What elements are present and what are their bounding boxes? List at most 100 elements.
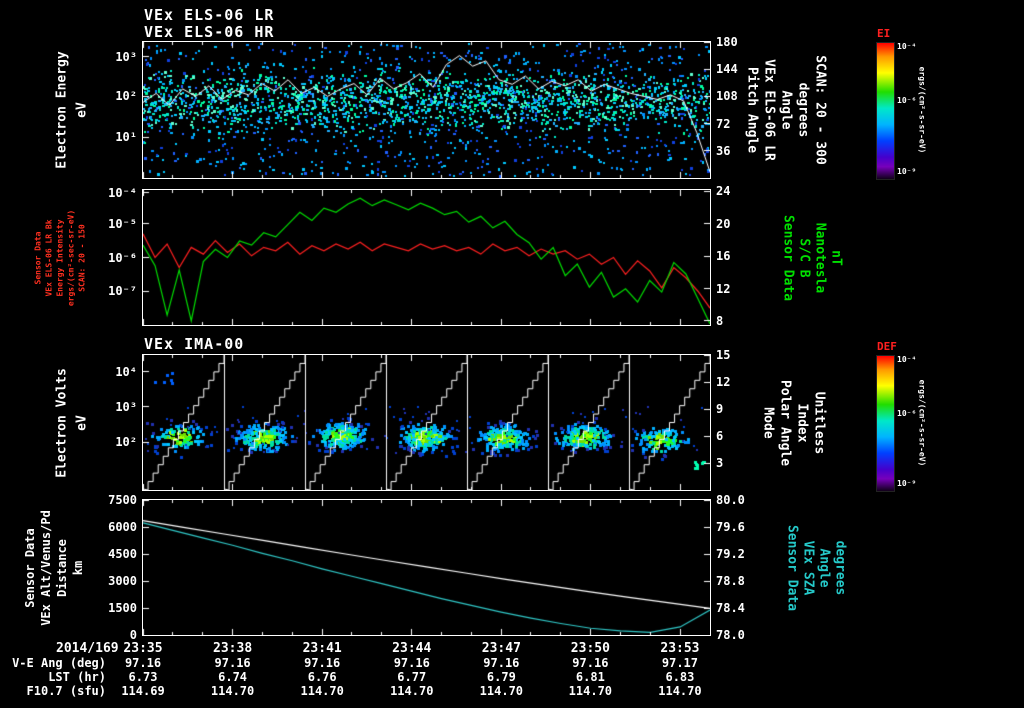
colorbar-1-tick-2: 10⁻⁹: [897, 167, 917, 177]
colorbar-1: [876, 42, 895, 180]
panel-4-rtick-2: 79.2: [716, 547, 745, 561]
colorbar-2-tick-2: 10⁻⁹: [897, 479, 917, 489]
bottom-row-2-value-4: 114.70: [479, 684, 524, 698]
panel-3-left-label-0: Electron Volts: [54, 367, 70, 478]
bottom-row-1-value-1: 6.74: [218, 670, 248, 684]
panel-4-ytick-1: 6000: [108, 520, 137, 534]
panel3-title: VEx IMA-00: [144, 335, 245, 353]
date-label: 2014/169: [56, 641, 119, 656]
panel-4-right-label-0: Sensor Data: [784, 524, 800, 611]
bottom-row-0-value-4: 97.16: [483, 656, 520, 670]
panel-1-right-label-0: Pitch Angle: [744, 66, 760, 154]
bottom-row-2-value-0: 114.69: [121, 684, 165, 698]
panel-4-right-label-2: Angle: [816, 547, 832, 588]
bottom-row-0-value-2: 97.16: [304, 656, 341, 670]
panel-2-left-label-1: VEx ELS-06 LR Bk: [44, 218, 54, 297]
panel-3-rtick-0: 15: [716, 348, 731, 362]
panel-3-rtick-1: 12: [716, 375, 731, 389]
time-label-5: 23:50: [570, 641, 610, 656]
panel-2-left-label-4: SCAN: 20 - 150: [77, 223, 87, 292]
time-label-2: 23:41: [302, 641, 342, 656]
bottom-row-2-value-2: 114.70: [300, 684, 344, 698]
bottom-row-2-value-1: 114.70: [210, 684, 255, 698]
panel-2-right-label-3: nT: [828, 249, 844, 266]
panel-1-right-label-4: SCAN: 20 - 300: [812, 55, 828, 165]
panel-2-ytick-2: 10⁻⁶: [108, 250, 137, 265]
plot-screen: VEx ELS-06 LR VEx ELS-06 HR VEx IMA-00 2…: [0, 0, 1024, 708]
colorbar-2: [876, 355, 895, 492]
panel-3-ytick-1: 10³: [115, 399, 137, 414]
panel-3-ytick-0: 10⁴: [115, 364, 137, 379]
panel1-title-line2: VEx ELS-06 HR: [144, 23, 275, 41]
panel-4: [142, 499, 711, 636]
panel-4-rtick-4: 78.4: [716, 601, 745, 615]
panel-4-ytick-3: 3000: [108, 574, 137, 588]
panel-1-left-label-0: Electron Energy: [54, 51, 70, 169]
time-label-0: 23:35: [123, 641, 163, 656]
panel-3-right-label-1: Polar Angle: [777, 379, 793, 466]
bottom-row-1-value-3: 6.77: [397, 670, 427, 684]
panel-3-right-label-3: Unitless: [811, 391, 827, 454]
colorbar-1-title: EI: [877, 27, 891, 40]
bottom-row-label-0: V-E Ang (deg): [12, 656, 106, 670]
panel-2-rtick-0: 24: [716, 184, 731, 199]
bottom-row-1-value-6: 6.83: [665, 670, 695, 684]
colorbar-1-tick-0: 10⁻⁴: [897, 42, 917, 52]
panel-2-left-label-0: Sensor Data: [33, 231, 43, 284]
colorbar-2-units: ergs/(cm²-s-sr-eV): [917, 379, 927, 466]
panel-2-right-label-1: S/C B: [796, 237, 812, 278]
panel-1-rtick-0: 180: [716, 35, 738, 49]
colorbar-2-tick-1: 10⁻⁶: [897, 409, 917, 419]
colorbar-1-units: ergs/(cm²-s-sr-eV): [917, 66, 927, 154]
bottom-row-label-2: F10.7 (sfu): [26, 684, 106, 698]
panel-4-canvas: [143, 500, 710, 635]
bottom-row-0-value-6: 97.17: [661, 656, 698, 670]
panel-4-ytick-2: 4500: [108, 547, 137, 561]
panel-1-ytick-2: 10¹: [115, 130, 137, 145]
panel-4-right-label-3: degrees: [832, 540, 848, 595]
panel-1-ytick-1: 10²: [115, 89, 137, 104]
bottom-row-0-value-1: 97.16: [214, 656, 251, 670]
bottom-row-1-value-4: 6.79: [486, 670, 516, 684]
panel-3-rtick-4: 3: [716, 456, 724, 470]
bottom-row-0-value-0: 97.16: [124, 656, 162, 670]
panel-4-rtick-1: 79.6: [716, 520, 745, 534]
panel-2-rtick-4: 8: [716, 313, 724, 328]
panel-1-right-label-3: degrees: [795, 82, 811, 138]
panel-2-canvas: [143, 190, 710, 325]
panel-2: [142, 189, 711, 326]
panel-2-ytick-0: 10⁻⁴: [108, 185, 137, 200]
panel-1-ytick-0: 10³: [115, 49, 137, 64]
panel-3-ytick-2: 10²: [115, 435, 137, 450]
panel-3-canvas: [143, 355, 710, 490]
time-label-6: 23:53: [660, 641, 700, 656]
panel-3-right-label-2: Index: [794, 402, 810, 443]
bottom-row-1-value-0: 6.73: [128, 670, 158, 684]
bottom-row-2-value-5: 114.70: [568, 684, 613, 698]
panel-2-ytick-3: 10⁻⁷: [108, 284, 137, 299]
panel-4-rtick-0: 80.0: [716, 493, 745, 507]
bottom-row-0-value-5: 97.16: [572, 656, 609, 670]
colorbar-1-tick-1: 10⁻⁶: [897, 96, 917, 106]
time-label-3: 23:44: [392, 641, 432, 656]
bottom-row-0-value-3: 97.16: [393, 656, 430, 670]
panel-3-rtick-3: 6: [716, 429, 724, 443]
panel-4-left-label-3: km: [71, 560, 85, 575]
panel-2-ytick-1: 10⁻⁵: [108, 216, 137, 231]
bottom-row-1-value-5: 6.81: [575, 670, 605, 684]
panel-1-right-label-2: Angle: [778, 90, 794, 130]
panel-2-right-label-0: Sensor Data: [780, 214, 796, 301]
panel1-title-line1: VEx ELS-06 LR: [144, 6, 275, 24]
bottom-row-2-value-3: 114.70: [390, 684, 434, 698]
panel-1: [142, 41, 711, 179]
panel-2-left-label-3: ergs/(cm²-sec-sr-eV): [66, 209, 76, 306]
panel-2-rtick-1: 20: [716, 216, 731, 231]
colorbar-2-title: DEF: [877, 340, 897, 353]
panel-1-right-label-1: VEx ELS-06 LR: [761, 59, 777, 161]
time-label-4: 23:47: [481, 641, 521, 656]
panel-3-rtick-2: 9: [716, 402, 724, 416]
bottom-row-1-value-2: 6.76: [307, 670, 337, 684]
time-label-1: 23:38: [213, 641, 253, 656]
panel-2-right-label-2: Nanotesla: [812, 222, 828, 293]
panel-4-left-label-1: VEx Alt/Venus/Pd: [39, 509, 53, 626]
